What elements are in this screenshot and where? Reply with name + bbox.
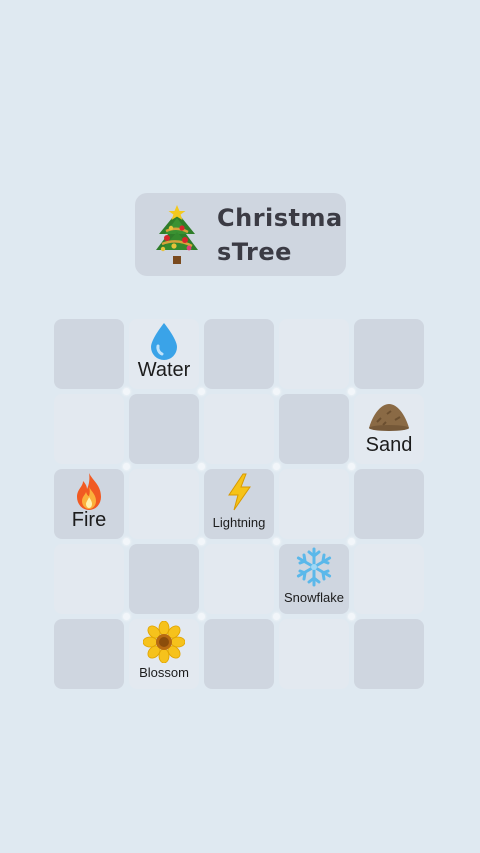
grid-dot [348, 613, 355, 620]
board-cell-r2-c4[interactable] [279, 394, 349, 464]
element-label-water: Water [137, 359, 191, 381]
snowflake-icon [279, 546, 349, 588]
grid-dot [123, 538, 130, 545]
board-cell-r5-c5[interactable] [354, 619, 424, 689]
board-cell-blossom[interactable]: Blossom [129, 619, 199, 689]
grid-dot [198, 613, 205, 620]
board-cell-r1-c4[interactable] [279, 319, 349, 389]
element-label-fire: Fire [71, 509, 107, 531]
board-cell-r3-c5[interactable] [354, 469, 424, 539]
board-cell-r2-c3[interactable] [204, 394, 274, 464]
target-element-name: ChristmasTree [217, 203, 343, 266]
grid-dot [123, 388, 130, 395]
grid-dot [273, 613, 280, 620]
blossom-icon [129, 621, 199, 663]
board-cell-r3-c2[interactable] [129, 469, 199, 539]
board-cell-r1-c1[interactable] [54, 319, 124, 389]
board-cell-snowflake[interactable]: Snowflake [279, 544, 349, 614]
board-cell-r1-c5[interactable] [354, 319, 424, 389]
board-cell-r5-c3[interactable] [204, 619, 274, 689]
board-cell-r1-c3[interactable] [204, 319, 274, 389]
grid-dot [273, 388, 280, 395]
board-cell-r5-c1[interactable] [54, 619, 124, 689]
christmas-tree-icon [149, 203, 205, 267]
fire-icon [54, 471, 124, 513]
board-cell-fire[interactable]: Fire [54, 469, 124, 539]
water-drop-icon [129, 321, 199, 361]
game-board: Water Sand Fire Lightning Snowflake Blossom [54, 319, 426, 691]
grid-dot [123, 613, 130, 620]
grid-dot [273, 463, 280, 470]
grid-dot [198, 463, 205, 470]
board-cell-lightning[interactable]: Lightning [204, 469, 274, 539]
target-element-card: ChristmasTree [135, 193, 346, 276]
grid-dot [198, 538, 205, 545]
grid-dot [348, 463, 355, 470]
lightning-icon [204, 472, 274, 512]
board-cell-r2-c1[interactable] [54, 394, 124, 464]
element-label-snowflake: Snowflake [284, 590, 344, 605]
element-label-lightning: Lightning [212, 515, 266, 530]
board-cell-r3-c4[interactable] [279, 469, 349, 539]
grid-dot [348, 538, 355, 545]
board-cell-r2-c2[interactable] [129, 394, 199, 464]
grid-dot [348, 388, 355, 395]
element-label-sand: Sand [365, 434, 413, 456]
grid-dot [273, 538, 280, 545]
grid-dot [123, 463, 130, 470]
board-cell-sand[interactable]: Sand [354, 394, 424, 464]
board-cell-r4-c3[interactable] [204, 544, 274, 614]
element-label-blossom: Blossom [139, 665, 189, 680]
sand-pile-icon [354, 400, 424, 432]
board-cell-r4-c5[interactable] [354, 544, 424, 614]
board-cell-r4-c1[interactable] [54, 544, 124, 614]
board-cell-r5-c4[interactable] [279, 619, 349, 689]
board-cell-water[interactable]: Water [129, 319, 199, 389]
grid-dot [198, 388, 205, 395]
board-cell-r4-c2[interactable] [129, 544, 199, 614]
